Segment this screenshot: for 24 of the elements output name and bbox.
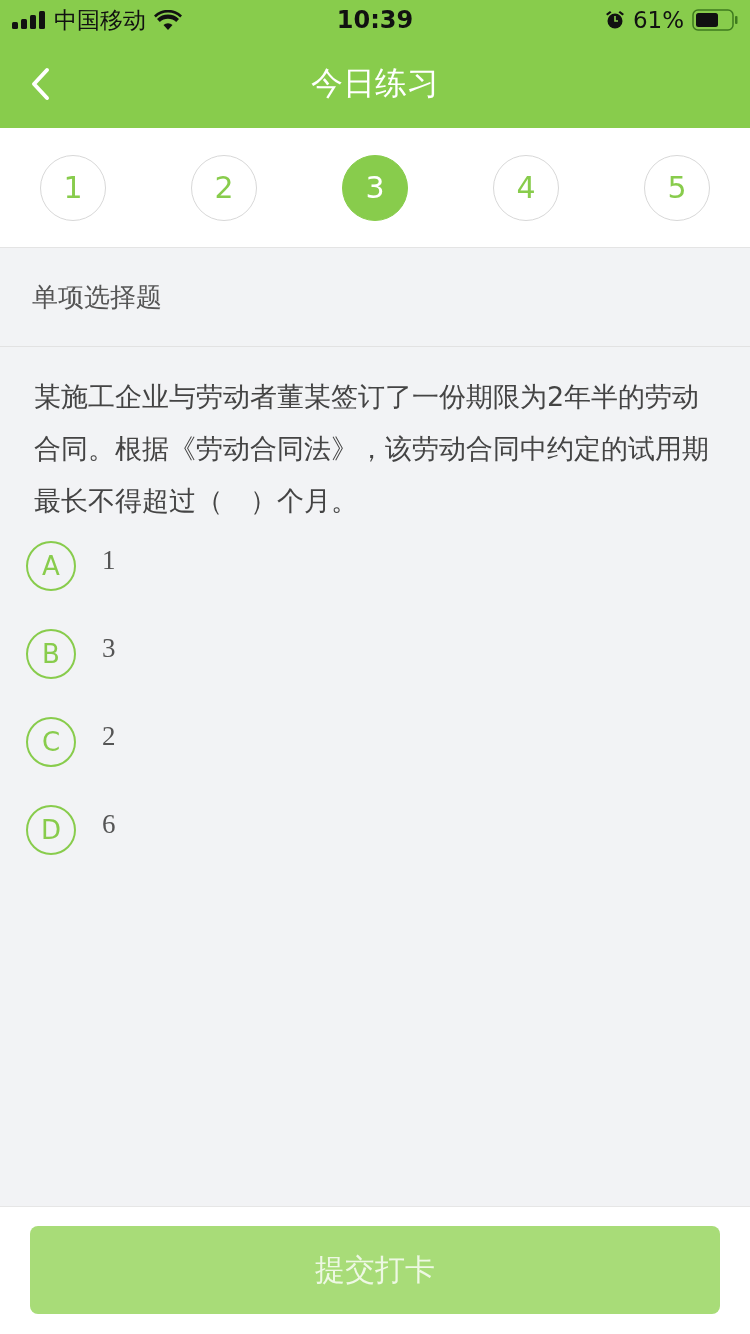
option-letter[interactable]: A [26, 541, 76, 591]
carrier-name: 中国移动 [54, 5, 146, 35]
question-number-tab[interactable]: 1 [40, 154, 106, 221]
question-number-tab[interactable]: 2 [191, 154, 257, 221]
question-number-tab[interactable]: 3 [342, 154, 408, 221]
battery-icon [692, 9, 738, 31]
clock-time: 10:39 [336, 6, 414, 34]
option-text[interactable]: 6 [102, 805, 116, 843]
question-number-tab[interactable]: 4 [493, 154, 559, 221]
option-letter[interactable]: B [26, 629, 76, 679]
option-letter[interactable]: D [26, 805, 76, 855]
alarm-icon [604, 10, 625, 30]
option-text[interactable]: 1 [102, 541, 116, 579]
question-type: 单项选择题 [32, 280, 162, 314]
back-icon[interactable] [30, 67, 50, 101]
option-text[interactable]: 3 [102, 629, 116, 667]
battery-percent: 61% [632, 7, 684, 33]
option-letter[interactable]: C [26, 717, 76, 767]
wifi-icon [154, 10, 182, 30]
option-text[interactable]: 2 [102, 717, 116, 755]
signal-icon [12, 11, 46, 29]
question-number-tab[interactable]: 5 [644, 154, 710, 221]
question-text: 某施工企业与劳动者董某签订了一份期限为2年半的劳动合同。根据《劳动合同法》，该劳动合同中约定的试用期最长不得超过（ ）个月。 [34, 380, 710, 518]
page-title: 今日练习 [311, 63, 439, 104]
